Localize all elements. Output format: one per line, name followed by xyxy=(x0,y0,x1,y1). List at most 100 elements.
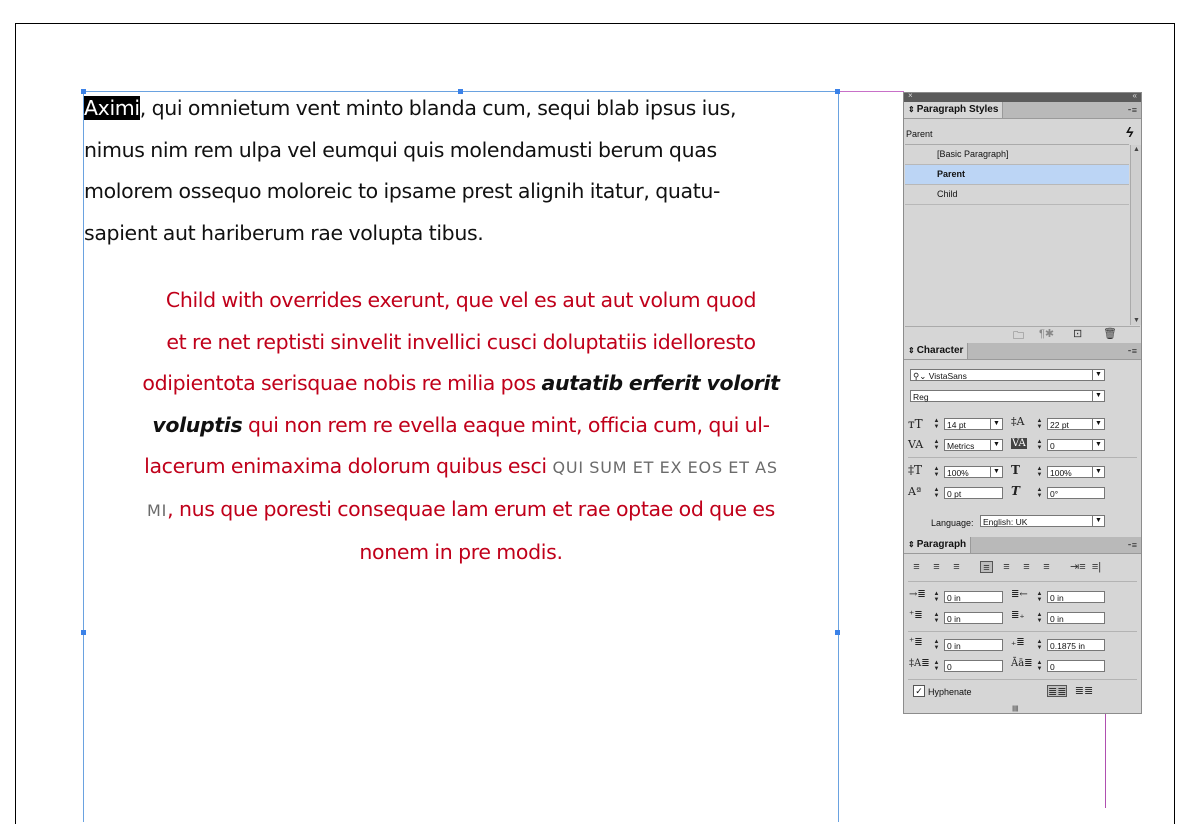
panel-menu-icon[interactable]: ⁃≡ xyxy=(1127,540,1137,551)
trash-icon[interactable]: 🗑 xyxy=(1103,327,1117,340)
panel-menu-icon[interactable]: ⁃≡ xyxy=(1127,346,1137,357)
space-after-stepper[interactable]: ▲ ▼ xyxy=(1034,639,1045,651)
space-after-field[interactable]: 0.1875 in xyxy=(1047,639,1105,651)
balance-columns-icon[interactable]: ≣≣ xyxy=(1074,685,1094,697)
chevron-down-icon[interactable]: ▼ xyxy=(1092,467,1104,477)
align-towards-spine-icon[interactable]: ⇥≡ xyxy=(1070,561,1086,573)
right-indent-stepper[interactable]: ▲ ▼ xyxy=(1034,591,1045,603)
align-right-icon[interactable]: ≡ xyxy=(950,561,963,573)
paragraph-styles-list: [Basic Paragraph] Parent Child xyxy=(905,144,1129,325)
first-line-indent-field[interactable]: 0 in xyxy=(944,612,1003,624)
font-style-field[interactable]: Reg ▼ xyxy=(910,390,1105,402)
tab-paragraph[interactable]: ⇕ Paragraph xyxy=(904,537,972,553)
last-line-indent-icon: ≣₊ xyxy=(1011,610,1025,621)
chevron-down-icon[interactable]: ▼ xyxy=(1092,440,1104,450)
leading-icon: ‡A xyxy=(1011,415,1025,428)
horizontal-scale-field[interactable]: 100% ▼ xyxy=(1047,466,1105,478)
size-stepper[interactable]: ▲ ▼ xyxy=(931,418,942,430)
paragraph-child[interactable]: Child with overrides exerunt, que vel es… xyxy=(86,280,836,573)
tracking-icon: VA xyxy=(1011,438,1027,449)
selected-text[interactable]: Aximi xyxy=(84,96,140,120)
vertical-scale-field[interactable]: 100% ▼ xyxy=(944,466,1003,478)
language-field[interactable]: English: UK ▼ xyxy=(980,515,1105,527)
justify-all-icon[interactable]: ≡ xyxy=(1040,561,1053,573)
left-indent-icon: →≣ xyxy=(909,589,926,600)
right-indent-field[interactable]: 0 in xyxy=(1047,591,1105,603)
space-before-icon: ⁺≣ xyxy=(909,637,923,648)
panel-menu-icon[interactable]: ⁃≡ xyxy=(1127,105,1137,116)
last-line-stepper[interactable]: ▲ ▼ xyxy=(1034,612,1045,624)
justify-center-icon[interactable]: ≡ xyxy=(1000,561,1013,573)
skew-stepper[interactable]: ▲ ▼ xyxy=(1034,487,1045,499)
align-center-icon[interactable]: ≡ xyxy=(930,561,943,573)
first-line-stepper[interactable]: ▲ ▼ xyxy=(931,612,942,624)
tracking-field[interactable]: 0 ▼ xyxy=(1047,439,1105,451)
kerning-field[interactable]: Metrics ▼ xyxy=(944,439,1003,451)
hyphenate-checkbox[interactable]: ✓ xyxy=(913,685,925,697)
chevron-down-icon[interactable]: ▼ xyxy=(990,419,1002,429)
scroll-up-icon[interactable]: ▲ xyxy=(1133,146,1140,153)
chevron-down-icon[interactable]: ▼ xyxy=(1092,419,1104,429)
justify-left-icon[interactable]: ≡ xyxy=(980,561,993,574)
drop-cap-lines-field[interactable]: 0 xyxy=(944,660,1003,672)
paragraph-parent[interactable]: Aximi, qui omnietum vent minto blanda cu… xyxy=(84,88,840,254)
margin-guide-right xyxy=(1105,712,1106,808)
new-style-icon[interactable]: ⊡ xyxy=(1073,327,1082,340)
collapse-icon[interactable]: « xyxy=(1133,91,1137,100)
drop-cap-chars-stepper[interactable]: ▲ ▼ xyxy=(1034,660,1045,672)
lightning-icon[interactable]: ϟ xyxy=(1126,124,1133,140)
right-indent-icon: ≣← xyxy=(1011,589,1028,600)
hscale-stepper[interactable]: ▲ ▼ xyxy=(1034,466,1045,478)
chevron-updown-icon: ⇕ xyxy=(908,105,915,114)
resize-grip-icon[interactable]: |||||||||| xyxy=(1012,706,1019,712)
frame-handle-mr[interactable] xyxy=(835,630,840,635)
left-indent-stepper[interactable]: ▲ ▼ xyxy=(931,591,942,603)
clear-overrides-icon[interactable]: ¶✱ xyxy=(1039,327,1054,340)
skew-field[interactable]: 0° xyxy=(1047,487,1105,499)
align-left-icon[interactable]: ≡ xyxy=(910,561,923,573)
scroll-down-icon[interactable]: ▼ xyxy=(1133,317,1140,324)
list-item[interactable]: [Basic Paragraph] xyxy=(905,145,1129,165)
align-away-spine-icon[interactable]: ≡| xyxy=(1090,561,1103,573)
baseline-shift-field[interactable]: 0 pt xyxy=(944,487,1003,499)
space-before-stepper[interactable]: ▲ ▼ xyxy=(931,639,942,651)
close-icon[interactable]: × xyxy=(908,91,913,100)
chevron-down-icon[interactable]: ▼ xyxy=(1092,391,1104,401)
tab-character[interactable]: ⇕ Character xyxy=(904,343,969,359)
kerning-stepper[interactable]: ▲ ▼ xyxy=(931,439,942,451)
tracking-stepper[interactable]: ▲ ▼ xyxy=(1034,439,1045,451)
font-size-field[interactable]: 14 pt ▼ xyxy=(944,418,1003,430)
font-family-field[interactable]: ⚲⌄ VistaSans ▼ xyxy=(910,369,1105,381)
leading-stepper[interactable]: ▲ ▼ xyxy=(1034,418,1045,430)
frame-handle-ml[interactable] xyxy=(81,630,86,635)
list-item[interactable]: Parent xyxy=(905,165,1129,185)
baseline-stepper[interactable]: ▲ ▼ xyxy=(931,487,942,499)
chevron-updown-icon: ⇕ xyxy=(908,540,915,549)
text-line: Aximi, qui omnietum vent minto blanda cu… xyxy=(84,96,737,120)
left-indent-field[interactable]: 0 in xyxy=(944,591,1003,603)
drop-cap-lines-stepper[interactable]: ▲ ▼ xyxy=(931,660,942,672)
chevron-down-icon[interactable]: ▼ xyxy=(990,467,1002,477)
leading-field[interactable]: 22 pt ▼ xyxy=(1047,418,1105,430)
vscale-stepper[interactable]: ▲ ▼ xyxy=(931,466,942,478)
tab-paragraph-styles[interactable]: ⇕ Paragraph Styles xyxy=(904,102,1004,118)
last-line-indent-field[interactable]: 0 in xyxy=(1047,612,1105,624)
font-size-icon: ᴛT xyxy=(908,417,923,431)
text-line: nimus nim rem ulpa vel eumqui quis molen… xyxy=(84,137,717,162)
panel-topbar[interactable]: × « xyxy=(904,91,1141,102)
space-before-field[interactable]: 0 in xyxy=(944,639,1003,651)
chevron-down-icon[interactable]: ▼ xyxy=(1092,370,1104,380)
drop-cap-chars-icon: Āā≣ xyxy=(1011,658,1033,669)
justify-right-icon[interactable]: ≡ xyxy=(1020,561,1033,573)
text-line: lacerum enimaxima dolorum quibus esci QU… xyxy=(144,454,778,479)
current-style-label: Parent xyxy=(906,129,933,139)
language-label: Language: xyxy=(931,518,974,528)
chevron-down-icon[interactable]: ▼ xyxy=(990,440,1002,450)
list-item[interactable]: Child xyxy=(905,185,1129,205)
styles-scrollbar[interactable]: ▲ ▼ xyxy=(1130,145,1141,325)
drop-cap-chars-field[interactable]: 0 xyxy=(1047,660,1105,672)
kerning-icon: VA xyxy=(908,438,924,451)
single-line-composer-icon[interactable]: ≣≣ xyxy=(1047,685,1067,698)
all-caps-override: MI xyxy=(146,500,168,520)
chevron-down-icon[interactable]: ▼ xyxy=(1092,516,1104,526)
